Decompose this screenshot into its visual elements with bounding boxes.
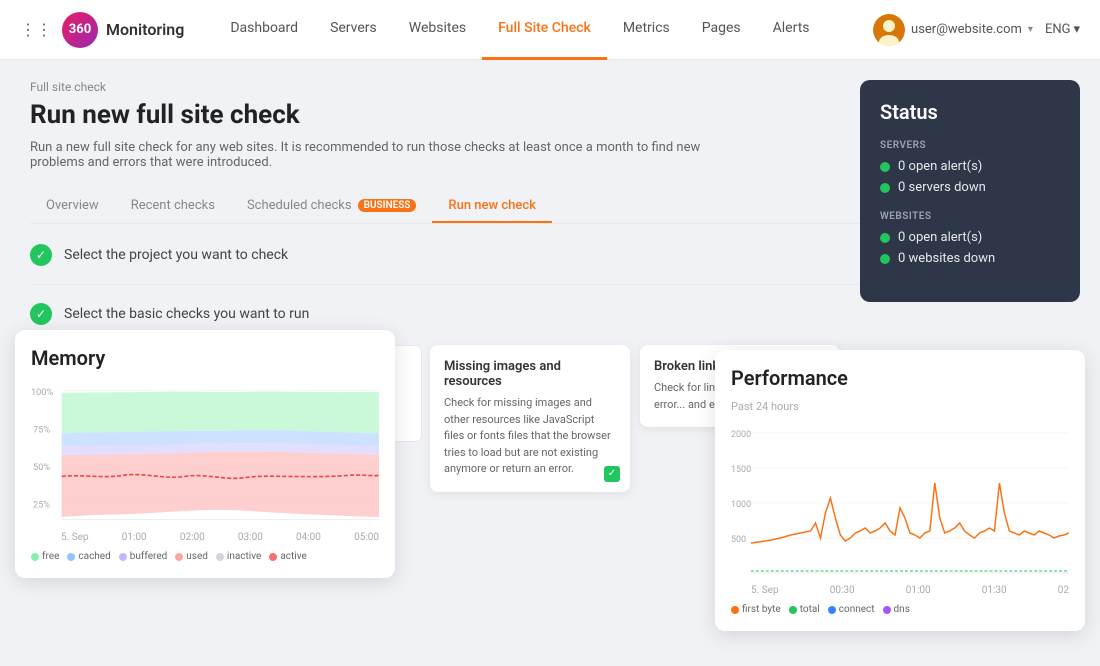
website-down-dot [880,254,890,264]
legend-buffered: buffered [119,551,168,562]
svg-text:1500: 1500 [731,465,751,475]
nav-alerts[interactable]: Alerts [757,0,826,60]
legend-connect: connect [828,604,875,615]
legend-dns: dns [883,604,910,615]
server-alert-dot [880,162,890,172]
nav-right: user@website.com ▾ ENG ▾ [873,14,1080,46]
lang-selector[interactable]: ENG ▾ [1045,22,1080,37]
memory-card: Memory 100% 75% 50% 25% [15,330,395,578]
performance-x-labels: 5. Sep 00:30 01:00 01:30 02 [731,585,1069,596]
nav-pages[interactable]: Pages [686,0,757,60]
legend-total: total [789,604,820,615]
step-1-text: Select the project you want to check [64,247,288,263]
nav-full-site-check[interactable]: Full Site Check [482,0,607,60]
scheduled-checks-badge: BUSINESS [358,199,417,212]
legend-first-byte: first byte [731,604,781,615]
missing-card-title: Missing images and resources [444,359,616,389]
memory-chart: 100% 75% 50% 25% [31,380,379,530]
missing-card-checkbox[interactable]: ✓ [604,466,620,482]
server-down-item: 0 servers down [880,180,1060,195]
website-alert-dot [880,233,890,243]
website-down-item: 0 websites down [880,251,1060,266]
performance-chart: 2000 1500 1000 500 [731,423,1069,583]
avatar [873,14,905,46]
step-1-icon: ✓ [30,244,52,266]
servers-status: SERVERS 0 open alert(s) 0 servers down [880,140,1060,195]
svg-text:500: 500 [731,535,746,545]
svg-text:1000: 1000 [731,500,751,510]
page-description: Run a new full site check for any web si… [30,140,730,170]
navbar: ⋮⋮ 360 Monitoring Dashboard Servers Webs… [0,0,1100,60]
tab-run-new-check[interactable]: Run new check [432,190,552,223]
nav-metrics[interactable]: Metrics [607,0,686,60]
step-2-text: Select the basic checks you want to run [64,306,309,322]
tab-scheduled-checks[interactable]: Scheduled checks BUSINESS [231,190,432,223]
servers-label: SERVERS [880,140,1060,151]
nav-websites[interactable]: Websites [393,0,482,60]
logo[interactable]: 360 Monitoring [62,12,184,48]
memory-x-labels: 5. Sep 01:00 02:00 03:00 04:00 05:00 [31,532,379,543]
tab-recent-checks[interactable]: Recent checks [115,190,231,223]
user-email: user@website.com [911,22,1022,37]
nav-dashboard[interactable]: Dashboard [214,0,314,60]
websites-status: WEBSITES 0 open alert(s) 0 websites down [880,211,1060,266]
logo-text: Monitoring [106,20,184,39]
status-title: Status [880,100,1060,124]
step-2: ✓ Select the basic checks you want to ru… [30,303,1070,325]
missing-images-card: Missing images and resources Check for m… [430,345,630,492]
user-chevron-icon: ▾ [1028,24,1033,35]
logo-icon: 360 [62,12,98,48]
website-alert-item: 0 open alert(s) [880,230,1060,245]
legend-inactive: inactive [216,551,261,562]
websites-label: WEBSITES [880,211,1060,222]
user-menu[interactable]: user@website.com ▾ [873,14,1033,46]
svg-text:50%: 50% [33,462,50,473]
lang-chevron-icon: ▾ [1073,22,1080,37]
legend-active: active [269,551,306,562]
performance-card-subtitle: Past 24 hours [731,400,1069,413]
performance-card-title: Performance [731,366,1069,390]
legend-cached: cached [67,551,110,562]
performance-legend: first byte total connect dns [731,604,1069,615]
nav-servers[interactable]: Servers [314,0,393,60]
svg-text:2000: 2000 [731,430,751,440]
nav-links: Dashboard Servers Websites Full Site Che… [214,0,873,60]
step-2-icon: ✓ [30,303,52,325]
svg-text:100%: 100% [31,387,53,398]
server-down-dot [880,183,890,193]
legend-used: used [175,551,208,562]
tab-overview[interactable]: Overview [30,190,115,223]
server-alert-item: 0 open alert(s) [880,159,1060,174]
grid-icon[interactable]: ⋮⋮ [20,20,52,39]
memory-card-title: Memory [31,346,379,370]
status-panel: Status SERVERS 0 open alert(s) 0 servers… [860,80,1080,302]
svg-text:75%: 75% [33,424,50,435]
memory-legend: free cached buffered used inactive activ… [31,551,379,562]
legend-free: free [31,551,59,562]
svg-text:25%: 25% [33,499,50,510]
missing-card-desc: Check for missing images and other resou… [444,395,616,478]
performance-card: Performance Past 24 hours 2000 1500 1000… [715,350,1085,631]
